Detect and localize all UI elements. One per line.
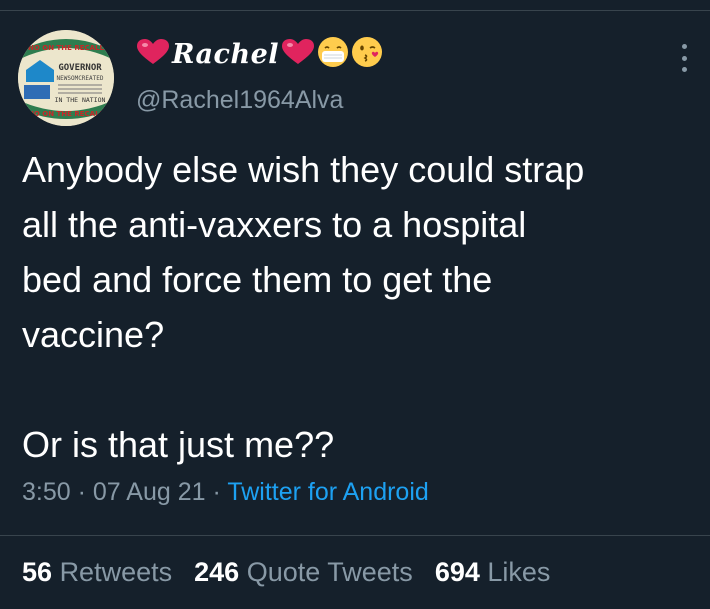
avatar-nation-text: IN THE NATION: [55, 96, 106, 104]
likes-stat[interactable]: 694 Likes: [435, 557, 551, 588]
tweet-source-link[interactable]: Twitter for Android: [227, 478, 428, 506]
tweet-text: Anybody else wish they could strap all t…: [22, 149, 585, 465]
likes-count: 694: [434, 557, 480, 587]
stats-divider: [0, 535, 710, 536]
face-blowing-kiss-icon: [351, 36, 383, 73]
avatar-top-text: NO ON THE RECALL: [28, 44, 105, 52]
tweet-card: NO ON THE RECALL GOVERNOR NEWSOMCREATED …: [0, 0, 710, 609]
display-name: Rachel: [172, 39, 280, 70]
retweets-count: 56: [22, 557, 53, 587]
heart-icon: [136, 38, 170, 71]
display-name-row[interactable]: Rachel: [136, 36, 383, 73]
tweet-time: 3:50: [22, 478, 71, 506]
avatar-governor-text: GOVERNOR: [58, 63, 102, 73]
heart-icon: [281, 38, 315, 71]
avatar[interactable]: NO ON THE RECALL GOVERNOR NEWSOMCREATED …: [18, 30, 114, 126]
tweet-stats: 56 Retweets 246 Quote Tweets 694 Likes: [22, 557, 550, 588]
user-handle[interactable]: @Rachel1964Alva: [136, 86, 343, 115]
top-divider: [0, 10, 710, 11]
quote-tweets-count: 246: [194, 557, 240, 587]
tweet-date: 07 Aug 21: [92, 478, 206, 506]
meta-separator: ·: [77, 478, 86, 506]
tweet-meta: 3:50 · 07 Aug 21 · Twitter for Android: [22, 478, 429, 507]
quote-tweets-stat[interactable]: 246 Quote Tweets: [194, 557, 413, 588]
meta-separator: ·: [212, 478, 221, 506]
avatar-sub-text: NEWSOMCREATED: [57, 75, 104, 82]
likes-label: Likes: [487, 557, 551, 587]
avatar-bottom-text: NO ON THE RECALL: [28, 110, 105, 118]
more-vertical-icon[interactable]: [680, 44, 688, 72]
retweets-label: Retweets: [59, 557, 173, 587]
quote-tweets-label: Quote Tweets: [246, 557, 413, 587]
face-with-medical-mask-icon: [317, 36, 349, 73]
retweets-stat[interactable]: 56 Retweets: [22, 557, 172, 588]
